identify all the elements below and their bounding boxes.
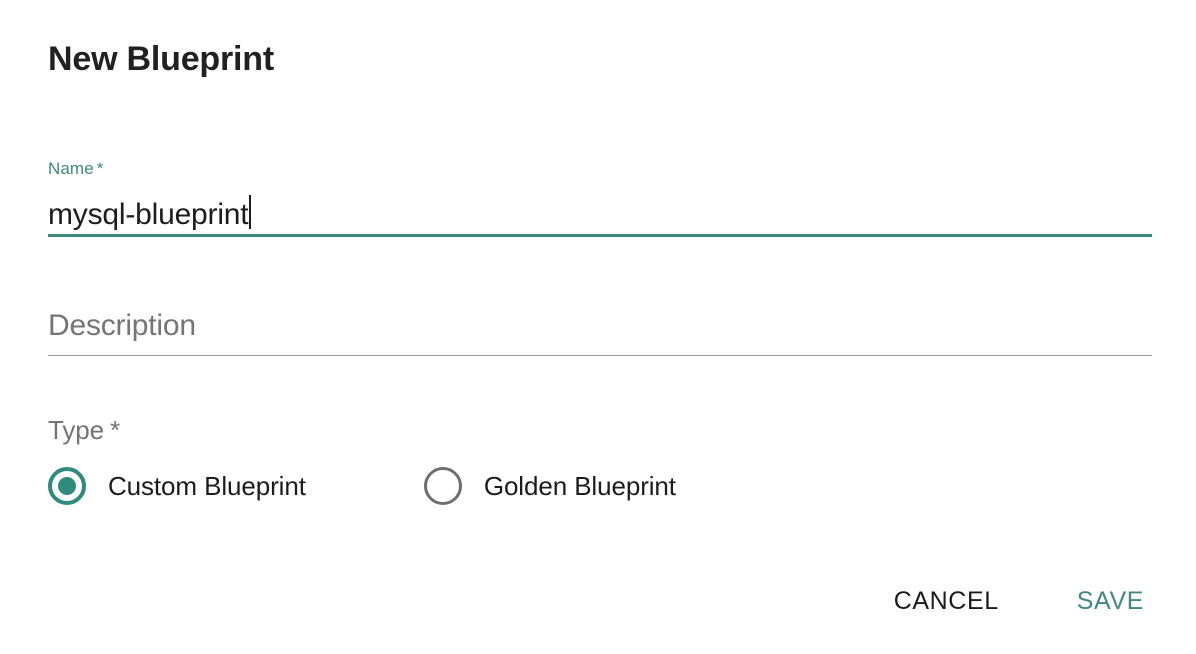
dialog-actions: CANCEL SAVE (886, 580, 1152, 622)
name-input-value: mysql-blueprint (48, 198, 249, 231)
name-required-asterisk: * (96, 159, 104, 178)
name-input[interactable]: mysql-blueprint (48, 190, 1152, 231)
type-radio-group: Custom Blueprint Golden Blueprint (48, 467, 1152, 505)
description-field-group: Description (48, 306, 1152, 356)
page-title: New Blueprint (48, 40, 274, 78)
name-label-text: Name (48, 159, 94, 178)
radio-dot-icon (58, 477, 76, 495)
type-label-text: Type (48, 415, 104, 445)
cancel-button[interactable]: CANCEL (886, 580, 1007, 622)
text-cursor-caret (249, 195, 252, 229)
type-required-asterisk: * (109, 415, 120, 445)
radio-label-golden-blueprint: Golden Blueprint (483, 471, 676, 501)
radio-unchecked-icon (423, 467, 462, 505)
type-field-label: Type * (48, 413, 1152, 447)
name-field-group: Name * mysql-blueprint (48, 158, 1152, 237)
radio-option-custom-blueprint[interactable]: Custom Blueprint (48, 467, 306, 505)
description-input-placeholder[interactable]: Description (48, 306, 1152, 346)
radio-option-golden-blueprint[interactable]: Golden Blueprint (423, 467, 676, 505)
new-blueprint-dialog: New Blueprint Name * mysql-blueprint Desc… (0, 0, 1196, 654)
description-input-underline (48, 355, 1152, 356)
radio-label-custom-blueprint: Custom Blueprint (108, 471, 306, 501)
radio-checked-icon (48, 467, 86, 505)
name-field-label: Name * (48, 158, 1152, 180)
save-button[interactable]: SAVE (1069, 580, 1152, 622)
name-input-underline (48, 234, 1152, 237)
type-field-group: Type * Custom Blueprint Golden Blueprint (48, 413, 1152, 505)
